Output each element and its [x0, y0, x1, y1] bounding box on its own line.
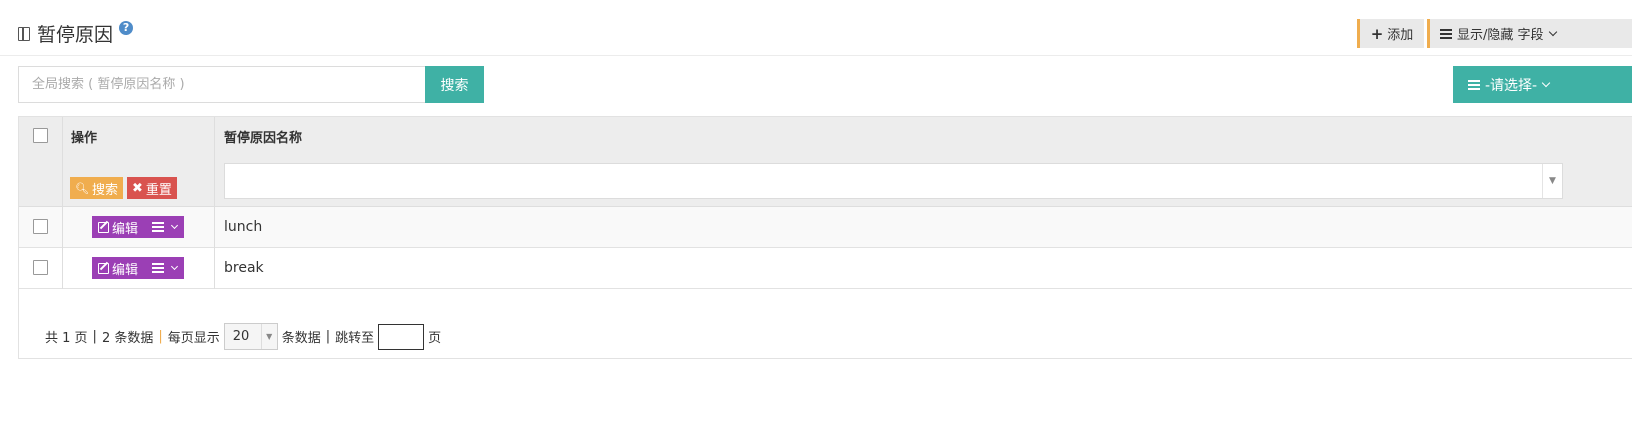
filter-reset-label: 重置 [145, 182, 172, 198]
filter-reset-button[interactable]: ✖ 重置 [127, 177, 177, 199]
data-table: 操作 暂停原因名称 🔍︎ 搜索 ✖ 重置 ▼ 编辑 lunch 编辑 break… [18, 116, 1632, 359]
filter-search-label: 搜索 [91, 182, 118, 198]
list-icon [152, 222, 165, 232]
list-icon [1440, 28, 1452, 39]
global-search-input[interactable] [18, 66, 426, 103]
dropdown-arrow-icon: ▼ [1542, 164, 1562, 198]
separator: | [92, 329, 97, 344]
jump-page-input[interactable] [378, 323, 425, 350]
list-icon [152, 263, 165, 273]
pagination: 共 1 页 | 2 条数据 | 每页显示 20 ▼ 条数据 | 跳转至 页 [45, 323, 441, 350]
edit-button-label: 编辑 [112, 221, 139, 237]
separator: | [325, 329, 331, 344]
toggle-fields-label: 显示/隐藏 字段 [1457, 28, 1544, 43]
search-icon: 🔍︎ [75, 181, 89, 195]
bulk-select-label: -请选择- [1485, 77, 1538, 94]
per-page-suffix: 条数据 [281, 331, 321, 346]
dropdown-arrow-icon: ▼ [260, 324, 277, 349]
page-suffix: 页 [428, 331, 442, 346]
toggle-fields-button[interactable]: 显示/隐藏 字段 [1427, 19, 1632, 48]
table-row: 编辑 lunch [19, 207, 1632, 248]
total-records-text: 2 条数据 [101, 331, 154, 346]
column-divider [62, 117, 63, 289]
add-button[interactable]: + 添加 [1357, 19, 1424, 48]
edit-button-label: 编辑 [112, 262, 139, 278]
help-icon[interactable]: ? [119, 20, 134, 35]
page-title: 暂停原因 [37, 24, 114, 46]
column-header-reason-name: 暂停原因名称 [224, 131, 303, 146]
edit-icon [98, 262, 109, 274]
filter-search-button[interactable]: 🔍︎ 搜索 [70, 177, 123, 199]
reason-name-filter-select[interactable]: ▼ [224, 163, 1563, 199]
bulk-select-dropdown[interactable]: -请选择- [1453, 66, 1632, 103]
page-size-value: 20 [232, 329, 250, 344]
jump-label: 跳转至 [335, 331, 375, 346]
table-row: 编辑 break [19, 248, 1632, 289]
separator: | [158, 329, 163, 344]
row-more-dropdown[interactable] [144, 257, 184, 279]
select-all-checkbox[interactable] [33, 128, 48, 143]
table-header: 操作 暂停原因名称 🔍︎ 搜索 ✖ 重置 ▼ [19, 117, 1632, 207]
list-icon [1468, 79, 1480, 90]
reason-name-cell: lunch [224, 219, 263, 235]
page-size-select[interactable]: 20 ▼ [223, 323, 278, 350]
column-divider [214, 117, 215, 289]
row-action-group: 编辑 [92, 257, 185, 279]
row-more-dropdown[interactable] [144, 216, 184, 238]
edit-button[interactable]: 编辑 [92, 216, 144, 238]
global-search-button[interactable]: 搜索 [425, 66, 484, 103]
plus-icon: + [1370, 24, 1384, 43]
page-header: 暂停原因 ? + 添加 显示/隐藏 字段 [0, 0, 1632, 56]
chevron-down-icon [170, 221, 179, 230]
title-wrap: 暂停原因 ? [18, 20, 134, 47]
row-checkbox[interactable] [33, 219, 48, 234]
book-icon [18, 26, 30, 41]
row-action-group: 编辑 [92, 216, 185, 238]
chevron-down-icon [170, 262, 179, 271]
add-button-label: 添加 [1387, 28, 1414, 43]
reason-name-cell: break [224, 260, 264, 276]
column-header-actions: 操作 [71, 131, 98, 146]
chevron-down-icon [1548, 27, 1557, 36]
chevron-down-icon [1541, 78, 1551, 87]
edit-icon [98, 221, 109, 233]
close-icon: ✖ [132, 180, 143, 196]
per-page-label: 每页显示 [167, 331, 220, 346]
row-checkbox[interactable] [33, 260, 48, 275]
edit-button[interactable]: 编辑 [92, 257, 144, 279]
total-pages-text: 共 1 页 [45, 331, 88, 346]
